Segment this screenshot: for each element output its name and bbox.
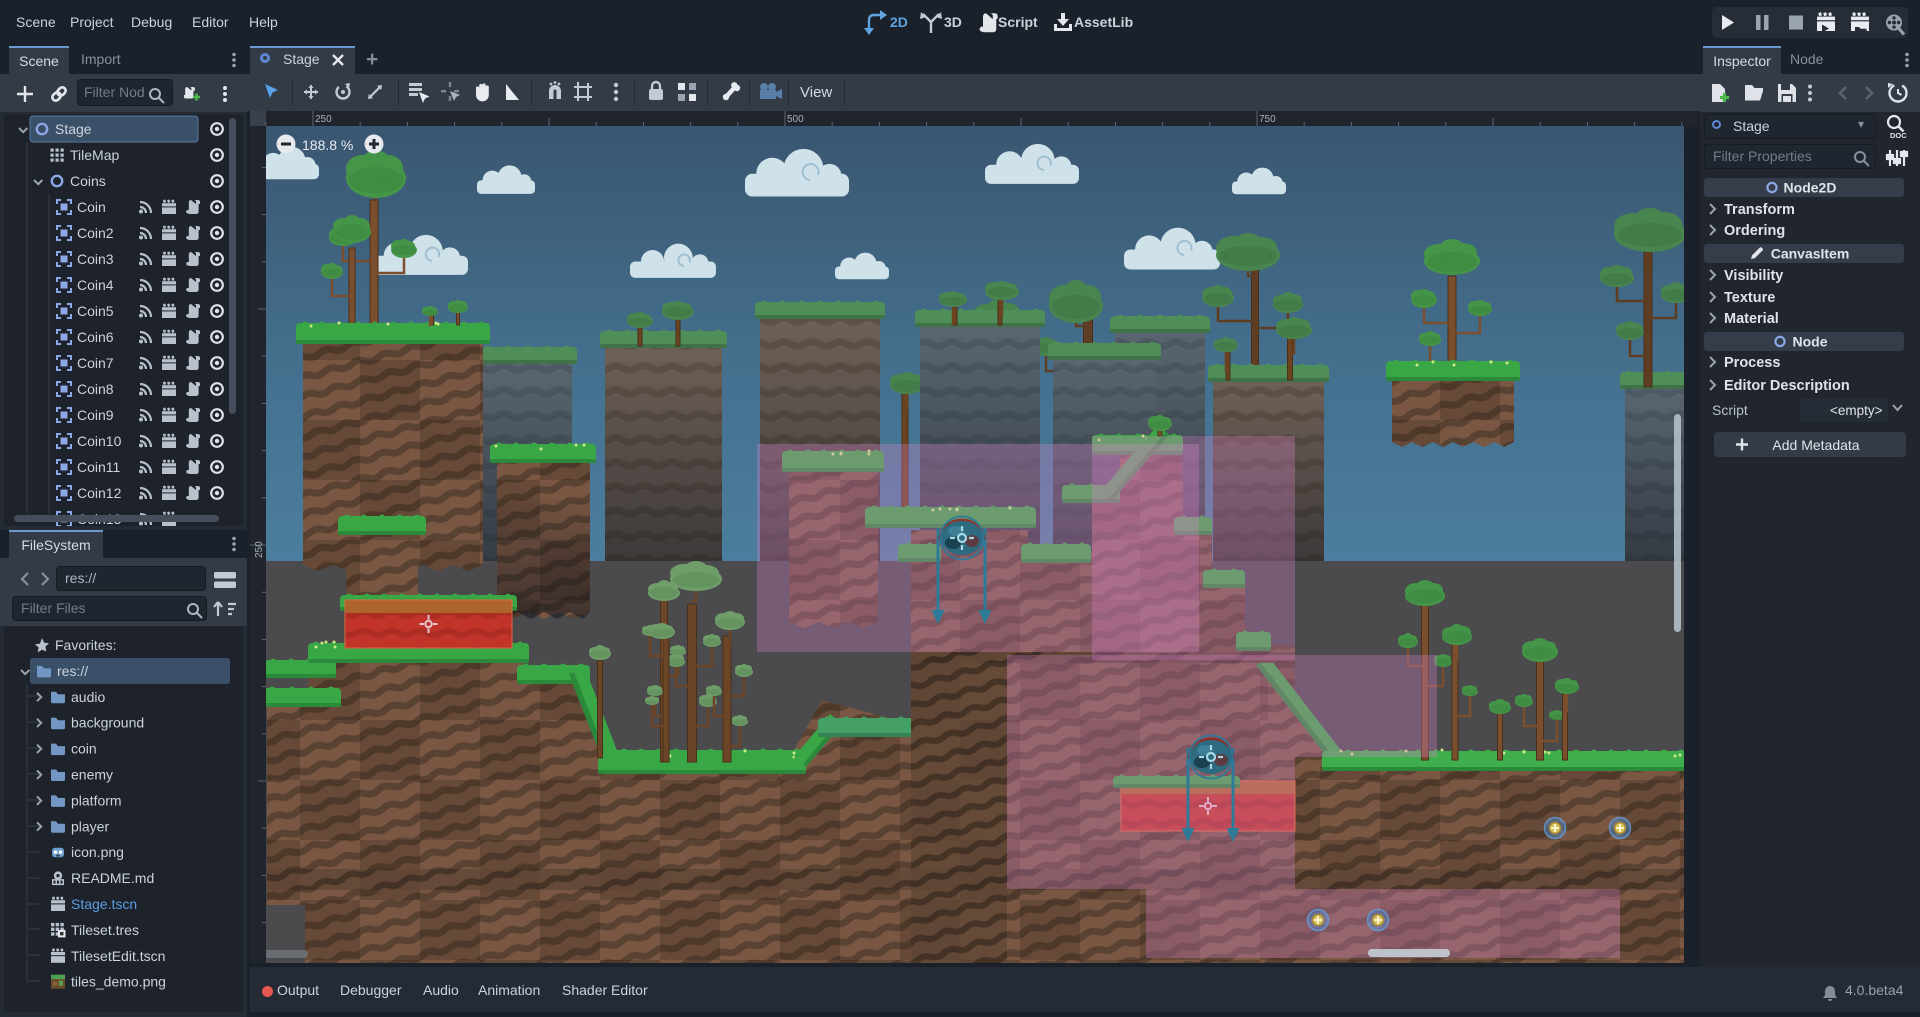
svg-text:DOC: DOC bbox=[1890, 131, 1907, 140]
svg-text:188.8 %: 188.8 % bbox=[302, 137, 353, 153]
svg-text:View: View bbox=[800, 84, 832, 101]
svg-text:250: 250 bbox=[315, 114, 332, 125]
svg-text:250: 250 bbox=[254, 541, 265, 558]
svg-text:750: 750 bbox=[1259, 114, 1276, 125]
svg-text:500: 500 bbox=[787, 114, 804, 125]
